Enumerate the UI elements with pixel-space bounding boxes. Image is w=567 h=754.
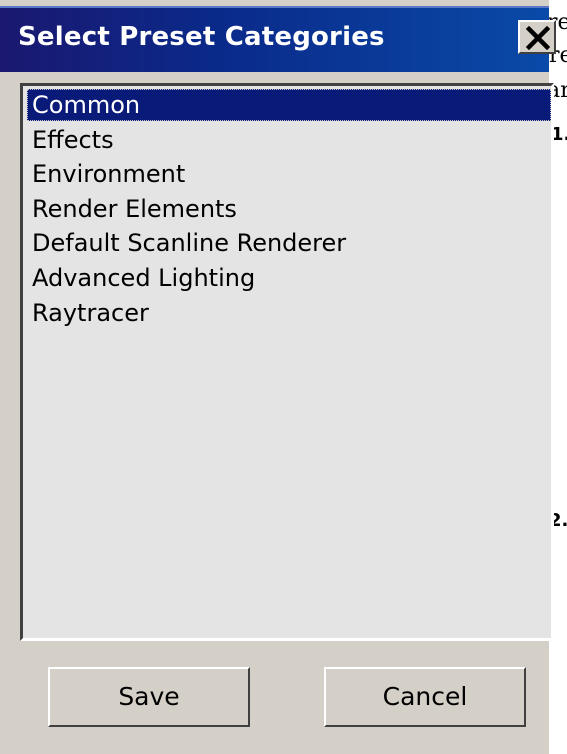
list-item[interactable]: Effects (27, 124, 551, 156)
close-icon (525, 26, 551, 50)
save-button[interactable]: Save (48, 667, 250, 727)
title-bar[interactable]: Select Preset Categories (0, 6, 549, 72)
close-button[interactable] (518, 20, 556, 54)
list-item[interactable]: Advanced Lighting (27, 262, 551, 294)
list-item[interactable]: Raytracer (27, 297, 551, 329)
list-item[interactable]: Render Elements (27, 193, 551, 225)
select-preset-categories-dialog: Select Preset Categories Common Effects En… (0, 0, 554, 754)
preset-categories-list[interactable]: Common Effects Environment Render Elements D… (20, 83, 554, 641)
dialog-title: Select Preset Categories (18, 22, 385, 52)
cancel-button[interactable]: Cancel (324, 667, 526, 727)
list-item[interactable]: Common (27, 89, 551, 121)
list-item[interactable]: Environment (27, 158, 551, 190)
list-item[interactable]: Default Scanline Renderer (27, 227, 551, 259)
